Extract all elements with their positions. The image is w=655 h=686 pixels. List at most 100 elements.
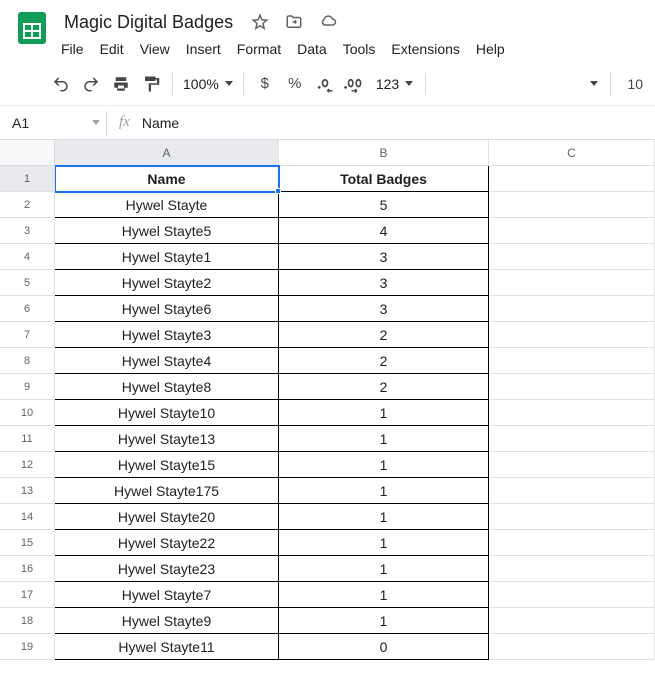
undo-button[interactable] [46, 69, 76, 99]
percent-button[interactable]: % [280, 69, 310, 99]
cell-empty[interactable] [489, 556, 655, 582]
row-header[interactable]: 7 [0, 322, 55, 348]
row-header[interactable]: 6 [0, 296, 55, 322]
cell-empty[interactable] [489, 270, 655, 296]
row-header[interactable]: 5 [0, 270, 55, 296]
cell-name[interactable]: Hywel Stayte13 [55, 426, 279, 452]
decrease-decimal-button[interactable] [310, 69, 340, 99]
cell-total[interactable]: 3 [279, 244, 489, 270]
row-header[interactable]: 8 [0, 348, 55, 374]
cell-total[interactable]: 3 [279, 296, 489, 322]
cell-name[interactable]: Hywel Stayte9 [55, 608, 279, 634]
document-title[interactable]: Magic Digital Badges [58, 10, 239, 35]
menu-format[interactable]: Format [230, 39, 288, 59]
sheets-logo[interactable] [12, 8, 52, 48]
cell-name[interactable]: Hywel Stayte15 [55, 452, 279, 478]
cell-total[interactable]: 1 [279, 556, 489, 582]
row-header[interactable]: 4 [0, 244, 55, 270]
cell-name[interactable]: Hywel Stayte23 [55, 556, 279, 582]
formula-value[interactable]: Name [142, 115, 179, 131]
cell-empty[interactable] [489, 504, 655, 530]
cell-empty[interactable] [489, 582, 655, 608]
menu-insert[interactable]: Insert [179, 39, 228, 59]
cell-total[interactable]: 0 [279, 634, 489, 660]
row-header[interactable]: 3 [0, 218, 55, 244]
menu-view[interactable]: View [133, 39, 177, 59]
column-header-b[interactable]: B [279, 140, 489, 166]
row-header[interactable]: 9 [0, 374, 55, 400]
column-header-c[interactable]: C [489, 140, 655, 166]
cell-total[interactable]: 1 [279, 504, 489, 530]
name-box[interactable]: A1 [0, 115, 106, 131]
cell-empty[interactable] [489, 478, 655, 504]
cell-name[interactable]: Hywel Stayte175 [55, 478, 279, 504]
cell-name[interactable]: Hywel Stayte5 [55, 218, 279, 244]
cell-empty[interactable] [489, 348, 655, 374]
cell-total[interactable]: 4 [279, 218, 489, 244]
cell-total[interactable]: 3 [279, 270, 489, 296]
menu-file[interactable]: File [54, 39, 91, 59]
cell-empty[interactable] [489, 218, 655, 244]
selection-handle[interactable] [275, 188, 281, 194]
font-size-value[interactable]: 10 [627, 76, 643, 92]
cell-total[interactable]: 1 [279, 582, 489, 608]
cell-name[interactable]: Hywel Stayte8 [55, 374, 279, 400]
menu-tools[interactable]: Tools [336, 39, 383, 59]
cell-empty[interactable] [489, 296, 655, 322]
menu-extensions[interactable]: Extensions [384, 39, 466, 59]
cell-name[interactable]: Hywel Stayte [55, 192, 279, 218]
cell-empty[interactable] [489, 322, 655, 348]
cell-empty[interactable] [489, 426, 655, 452]
cell-empty[interactable] [489, 608, 655, 634]
column-header-a[interactable]: A [55, 140, 279, 166]
number-format-dropdown[interactable]: 123 [370, 76, 419, 92]
star-icon[interactable] [247, 9, 273, 35]
caret-down-icon[interactable] [590, 81, 598, 86]
row-header[interactable]: 15 [0, 530, 55, 556]
cell-name[interactable]: Hywel Stayte4 [55, 348, 279, 374]
cell-empty[interactable] [489, 244, 655, 270]
print-button[interactable] [106, 69, 136, 99]
cell-empty[interactable] [489, 374, 655, 400]
header-cell-name[interactable]: Name [55, 166, 279, 192]
cell-total[interactable]: 2 [279, 322, 489, 348]
row-header[interactable]: 11 [0, 426, 55, 452]
row-header[interactable]: 13 [0, 478, 55, 504]
cell-name[interactable]: Hywel Stayte7 [55, 582, 279, 608]
cell-name[interactable]: Hywel Stayte20 [55, 504, 279, 530]
cell-name[interactable]: Hywel Stayte6 [55, 296, 279, 322]
row-header[interactable]: 19 [0, 634, 55, 660]
header-cell-total[interactable]: Total Badges [279, 166, 489, 192]
row-header[interactable]: 16 [0, 556, 55, 582]
row-header[interactable]: 1 [0, 166, 55, 192]
cell-total[interactable]: 2 [279, 348, 489, 374]
row-header[interactable]: 14 [0, 504, 55, 530]
redo-button[interactable] [76, 69, 106, 99]
cell-total[interactable]: 1 [279, 530, 489, 556]
menu-edit[interactable]: Edit [93, 39, 131, 59]
currency-button[interactable]: $ [250, 69, 280, 99]
row-header[interactable]: 17 [0, 582, 55, 608]
row-header[interactable]: 10 [0, 400, 55, 426]
cell-name[interactable]: Hywel Stayte2 [55, 270, 279, 296]
cell-total[interactable]: 1 [279, 426, 489, 452]
select-all-corner[interactable] [0, 140, 55, 166]
row-header[interactable]: 2 [0, 192, 55, 218]
cell-empty[interactable] [489, 634, 655, 660]
cell-empty[interactable] [489, 192, 655, 218]
cell-name[interactable]: Hywel Stayte1 [55, 244, 279, 270]
cloud-status-icon[interactable] [315, 9, 341, 35]
cell-empty[interactable] [489, 166, 655, 192]
row-header[interactable]: 12 [0, 452, 55, 478]
cell-empty[interactable] [489, 400, 655, 426]
move-folder-icon[interactable] [281, 9, 307, 35]
cell-name[interactable]: Hywel Stayte22 [55, 530, 279, 556]
menu-help[interactable]: Help [469, 39, 512, 59]
zoom-dropdown[interactable]: 100% [179, 76, 237, 92]
cell-empty[interactable] [489, 530, 655, 556]
cell-total[interactable]: 1 [279, 608, 489, 634]
cell-total[interactable]: 1 [279, 400, 489, 426]
menu-data[interactable]: Data [290, 39, 334, 59]
increase-decimal-button[interactable] [340, 69, 370, 99]
cell-total[interactable]: 1 [279, 478, 489, 504]
